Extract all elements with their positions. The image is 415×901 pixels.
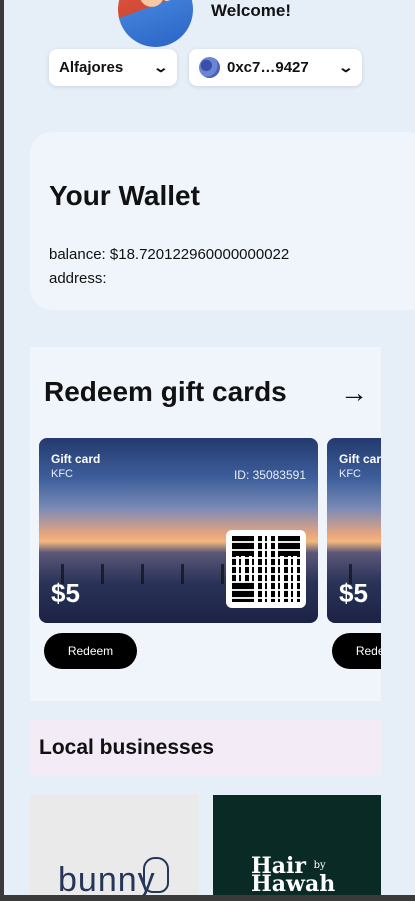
wallet-balance: balance: $18.720122960000000022 xyxy=(49,246,290,263)
gift-card[interactable]: Gift card KFC $5 xyxy=(327,438,381,623)
bunny-ears-icon xyxy=(143,857,169,893)
megaphone-icon xyxy=(157,0,191,3)
gift-card-title: Gift card xyxy=(339,452,381,466)
redeem-section: Redeem gift cards → Gift card KFC ID: 35… xyxy=(30,347,381,701)
gift-card-id: ID: 35083591 xyxy=(233,468,306,482)
redeem-title: Redeem gift cards xyxy=(44,376,287,407)
account-select[interactable]: 0xc7…9427 ⌄ xyxy=(189,49,362,86)
business-card-hair-by-hawah[interactable]: Hair by Hawah xyxy=(213,795,381,901)
gift-card-amount: $5 xyxy=(339,578,368,608)
wallet-title: Your Wallet xyxy=(49,180,200,211)
gift-card-amount: $5 xyxy=(51,578,80,608)
account-address: 0xc7…9427 xyxy=(227,59,309,76)
avatar[interactable] xyxy=(118,0,193,47)
welcome-text: Welcome! xyxy=(211,1,291,20)
gift-card-brand: KFC xyxy=(339,468,361,480)
network-label: Alfajores xyxy=(59,59,124,76)
gift-card[interactable]: Gift card KFC ID: 35083591 $5 xyxy=(39,438,318,623)
redeem-button[interactable]: Redeem xyxy=(44,633,137,669)
wallet-card: Your Wallet balance: $18.720122960000000… xyxy=(30,132,415,310)
arrow-right-icon[interactable]: → xyxy=(340,377,368,409)
redeem-button[interactable]: Redeem xyxy=(332,633,381,669)
gift-card-brand: KFC xyxy=(51,468,73,480)
gift-card-title: Gift card xyxy=(51,452,101,466)
chevron-down-icon: ⌄ xyxy=(152,59,170,75)
window-edge-left xyxy=(0,0,4,901)
network-select[interactable]: Alfajores ⌄ xyxy=(49,49,177,86)
hair-by-hawah-logo: Hair by Hawah xyxy=(251,853,336,897)
local-businesses-header: Local businesses xyxy=(30,720,381,776)
wallet-address: address: xyxy=(49,270,107,287)
chevron-down-icon: ⌄ xyxy=(337,59,355,75)
local-businesses-title: Local businesses xyxy=(39,736,215,759)
window-edge-bottom xyxy=(0,895,415,901)
account-avatar-icon xyxy=(199,57,220,78)
business-card-bunny[interactable]: bunny xyxy=(30,795,199,901)
qr-code-icon xyxy=(226,530,306,608)
